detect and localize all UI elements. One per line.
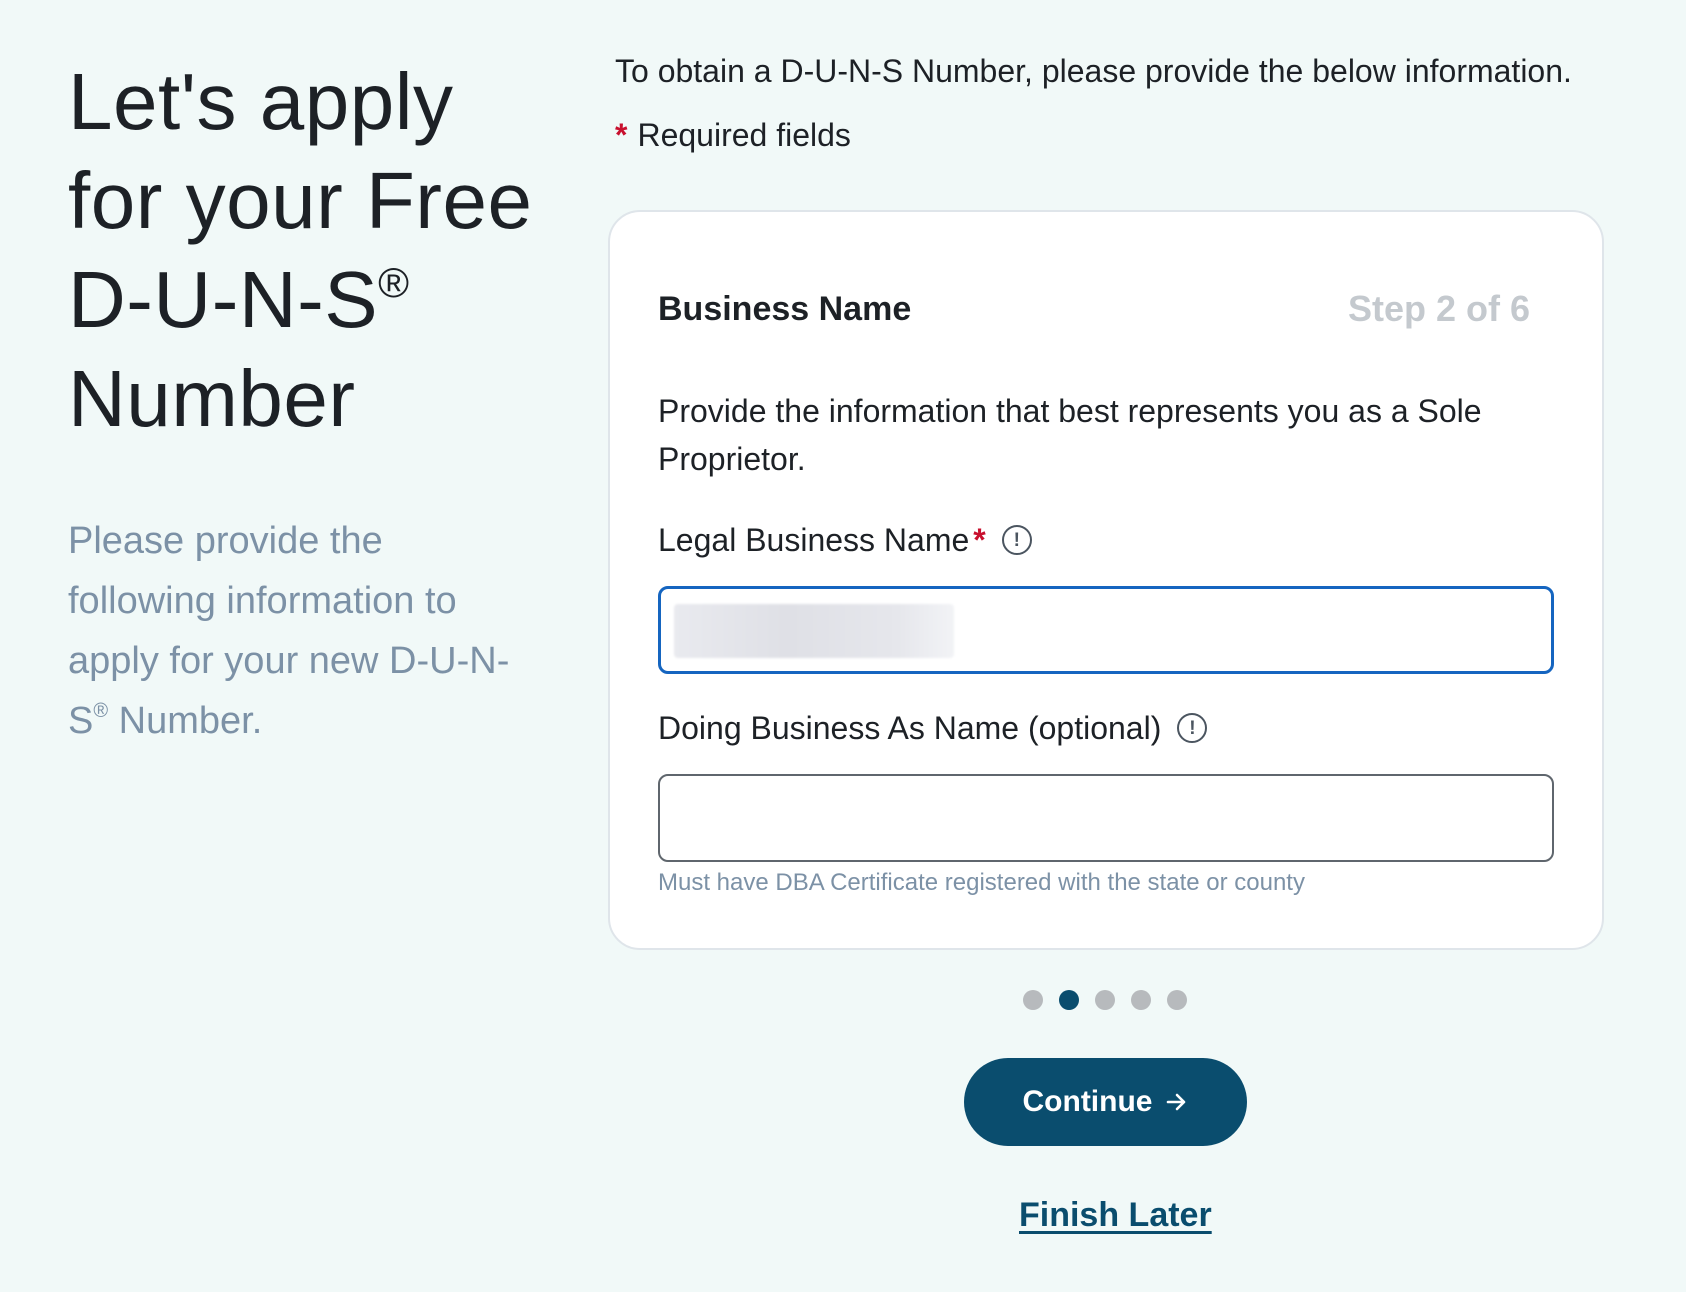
info-icon[interactable]: ! — [1001, 525, 1032, 555]
page-title-line-4: Number — [68, 354, 356, 443]
page-title-line-3: D-U-N-S® — [68, 250, 568, 349]
dba-name-label-text: Doing Business As Name (optional) — [658, 710, 1162, 746]
step-indicator: Step 2 of 6 — [1347, 288, 1530, 329]
registered-mark-small: ® — [93, 700, 109, 722]
page-title-line-1: Let's apply — [68, 57, 454, 146]
redacted-value — [674, 604, 954, 658]
business-name-card: Business Name Step 2 of 6 Provide the in… — [608, 210, 1604, 950]
duns-text: D-U-N-S — [68, 255, 379, 344]
pagination-dot-1[interactable] — [1023, 990, 1043, 1010]
info-icon[interactable]: ! — [1177, 713, 1208, 743]
required-asterisk: * — [973, 522, 986, 558]
continue-button[interactable]: Continue — [964, 1058, 1247, 1146]
hero-section: Let's apply for your Free D-U-N-S® Numbe… — [68, 52, 568, 751]
arrow-right-icon — [1166, 1092, 1188, 1112]
required-fields-note: * Required fields — [615, 114, 1665, 156]
page-subtitle-end: Number. — [108, 700, 263, 742]
card-header: Business Name Step 2 of 6 — [658, 287, 1530, 331]
card-description: Provide the information that best repres… — [658, 393, 1482, 477]
intro-section: To obtain a D-U-N-S Number, please provi… — [615, 50, 1665, 156]
pagination-dot-5[interactable] — [1167, 990, 1187, 1010]
legal-business-name-label: Legal Business Name * ! — [658, 519, 1032, 561]
pagination-dot-3[interactable] — [1095, 990, 1115, 1010]
continue-button-label: Continue — [1022, 1085, 1153, 1118]
dba-helper-text: Must have DBA Certificate registered wit… — [658, 869, 1305, 896]
page-title-line-2: for your Free — [68, 156, 533, 245]
pagination-dot-4[interactable] — [1131, 990, 1151, 1010]
required-fields-text: Required fields — [637, 117, 851, 153]
dba-name-input[interactable] — [658, 774, 1554, 862]
dba-name-label: Doing Business As Name (optional) ! — [658, 707, 1208, 749]
required-asterisk: * — [615, 117, 628, 153]
intro-text: To obtain a D-U-N-S Number, please provi… — [615, 53, 1572, 89]
card-title: Business Name — [658, 289, 912, 328]
step-pagination — [1023, 990, 1187, 1010]
pagination-dot-2-active[interactable] — [1059, 990, 1079, 1010]
page-title: Let's apply for your Free D-U-N-S® Numbe… — [68, 52, 568, 448]
registered-mark: ® — [378, 259, 410, 306]
finish-later-link[interactable]: Finish Later — [1019, 1196, 1212, 1235]
page-subtitle: Please provide the following information… — [68, 511, 528, 751]
legal-business-name-label-text: Legal Business Name — [658, 522, 970, 558]
